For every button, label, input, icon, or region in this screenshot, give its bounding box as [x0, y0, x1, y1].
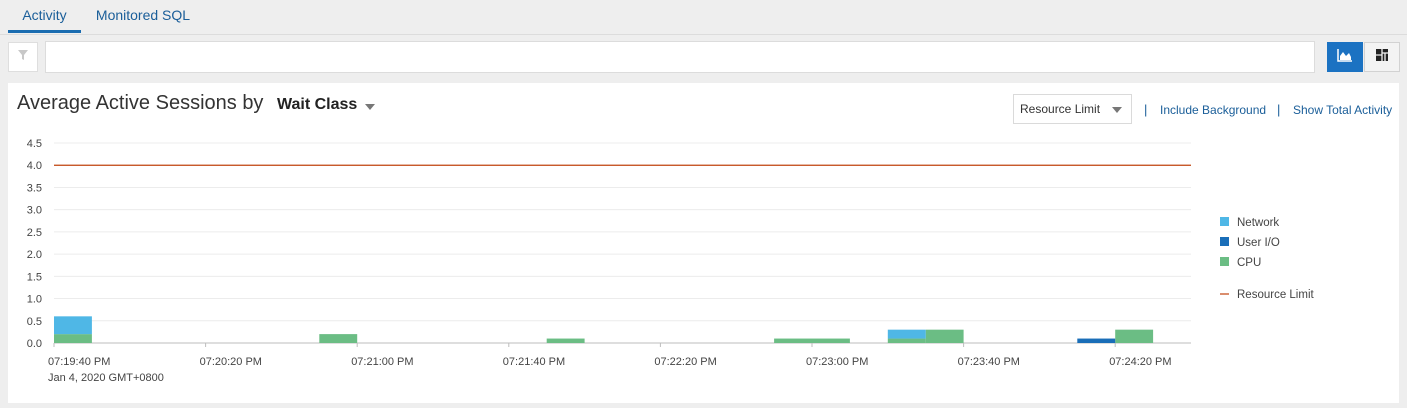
bar-network: [887, 329, 926, 339]
legend-label: Resource Limit: [1237, 289, 1314, 301]
bar-cpu: [54, 334, 92, 343]
legend-label: Network: [1237, 217, 1279, 229]
aas-panel: Average Active Sessions by Wait Class Re…: [8, 83, 1399, 403]
x-tick-label: 07:24:20 PM: [1109, 356, 1171, 368]
bar-cpu: [319, 334, 358, 343]
bar-cpu: [774, 338, 812, 343]
y-tick-label: 0.5: [27, 316, 42, 328]
treemap-icon: [1375, 48, 1389, 67]
bar-cpu: [887, 338, 926, 343]
legend-label: CPU: [1237, 257, 1261, 269]
y-tick-label: 4.5: [27, 138, 42, 150]
filter-button[interactable]: [8, 42, 38, 72]
y-tick-label: 2.5: [27, 227, 42, 239]
chart-view-button[interactable]: [1327, 42, 1363, 72]
x-tick-label: 07:23:40 PM: [958, 356, 1020, 368]
filter-icon: [17, 48, 29, 66]
y-tick-label: 1.5: [27, 271, 42, 283]
tab-monitored-sql[interactable]: Monitored SQL: [86, 0, 200, 33]
x-tick-label: 07:23:00 PM: [806, 356, 868, 368]
y-tick-label: 3.5: [27, 182, 42, 194]
legend-swatch: [1220, 257, 1229, 266]
x-tick-label: 07:20:20 PM: [200, 356, 262, 368]
bar-cpu: [1115, 329, 1154, 343]
tab-bar: Activity Monitored SQL: [0, 0, 1407, 35]
treemap-view-button[interactable]: [1364, 42, 1400, 72]
bar-cpu: [546, 338, 585, 343]
y-tick-label: 3.0: [27, 205, 42, 217]
filter-input[interactable]: [45, 41, 1315, 73]
y-tick-label: 0.0: [27, 338, 42, 350]
x-sublabel: Jan 4, 2020 GMT+0800: [48, 372, 164, 384]
tab-activity[interactable]: Activity: [8, 0, 81, 33]
legend-swatch: [1220, 217, 1229, 226]
bar-user-i-o: [1077, 338, 1116, 343]
x-tick-label: 07:21:40 PM: [503, 356, 565, 368]
area-chart-icon: [1337, 48, 1353, 67]
y-tick-label: 2.0: [27, 249, 42, 261]
x-tick-label: 07:19:40 PM: [48, 356, 110, 368]
legend-swatch: [1220, 237, 1229, 246]
x-tick-label: 07:21:00 PM: [351, 356, 413, 368]
x-tick-label: 07:22:20 PM: [654, 356, 716, 368]
bar-cpu: [925, 329, 964, 343]
legend-label: User I/O: [1237, 237, 1280, 249]
bar-network: [54, 316, 92, 335]
aas-chart: 0.0 0.5 1.0 1.5 2.0 2.5 3.0 3.5 4.0 4.5 07:19:40 P…: [27, 138, 1315, 384]
y-tick-label: 1.0: [27, 294, 42, 306]
bar-cpu: [812, 338, 850, 343]
y-tick-label: 4.0: [27, 160, 42, 172]
